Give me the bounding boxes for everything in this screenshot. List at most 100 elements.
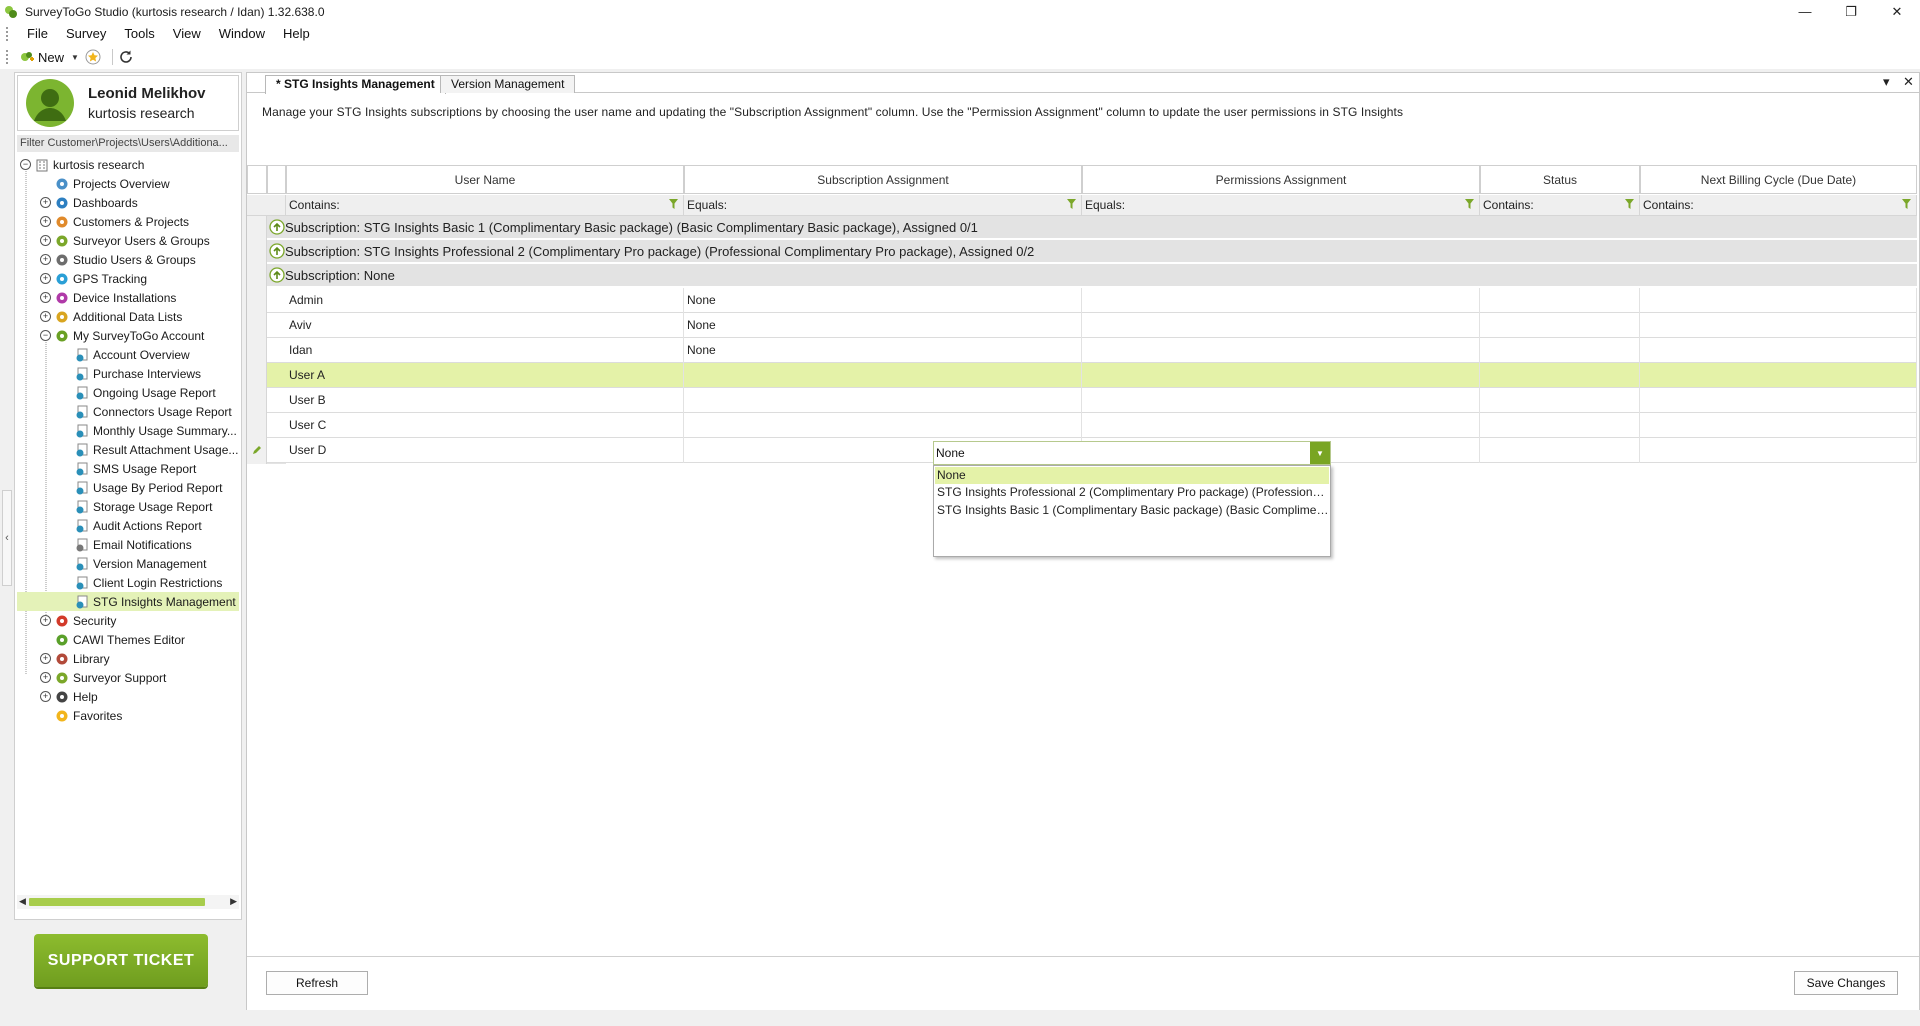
col-header-next-billing[interactable]: Next Billing Cycle (Due Date) — [1640, 165, 1917, 194]
tree-root[interactable]: − kurtosis research — [17, 155, 239, 174]
tree-item-surveyor-users-groups[interactable]: + Surveyor Users & Groups — [17, 231, 239, 250]
tree-horizontal-scrollbar[interactable]: ◀ ▶ — [17, 895, 239, 909]
cell-subscription[interactable] — [684, 413, 1082, 438]
expand-icon[interactable]: + — [40, 653, 51, 664]
close-window-button[interactable]: ✕ — [1874, 0, 1920, 23]
cell-user-name[interactable]: Admin — [286, 288, 684, 313]
expand-icon[interactable]: + — [40, 292, 51, 303]
filter-permissions[interactable]: Equals: — [1082, 195, 1480, 216]
filter-user-name[interactable]: Contains: — [286, 195, 684, 216]
cell-status[interactable] — [1480, 288, 1640, 313]
filter-funnel-icon[interactable] — [669, 199, 678, 209]
cell-permissions[interactable] — [1082, 413, 1480, 438]
support-ticket-button[interactable]: SUPPORT TICKET — [34, 934, 208, 987]
minimize-button[interactable]: — — [1782, 0, 1828, 23]
cell-user-name[interactable]: Idan — [286, 338, 684, 363]
favorite-star-icon[interactable] — [85, 49, 101, 65]
tree-item-audit-actions-report[interactable]: Audit Actions Report — [17, 516, 239, 535]
scroll-left-icon[interactable]: ◀ — [19, 896, 26, 907]
collapse-group-icon[interactable] — [269, 243, 285, 259]
col-header-user-name[interactable]: User Name — [286, 165, 684, 194]
tree-item-customers-projects[interactable]: + Customers & Projects — [17, 212, 239, 231]
tree-item-ongoing-usage-report[interactable]: Ongoing Usage Report — [17, 383, 239, 402]
expand-icon[interactable]: + — [40, 197, 51, 208]
tree-item-stg-insights-management[interactable]: STG Insights Management — [17, 592, 239, 611]
tree-item-my-surveytogo-account[interactable]: − My SurveyToGo Account — [17, 326, 239, 345]
cell-permissions[interactable] — [1082, 338, 1480, 363]
filter-funnel-icon[interactable] — [1067, 199, 1076, 209]
tree-item-account-overview[interactable]: Account Overview — [17, 345, 239, 364]
refresh-icon[interactable] — [118, 49, 134, 65]
cell-next-billing[interactable] — [1640, 313, 1917, 338]
panel-collapse-handle[interactable]: ‹ — [2, 490, 12, 586]
collapse-icon[interactable]: − — [40, 330, 51, 341]
tree-item-dashboards[interactable]: + Dashboards — [17, 193, 239, 212]
tree-item-version-management[interactable]: Version Management — [17, 554, 239, 573]
expand-icon[interactable]: + — [40, 235, 51, 246]
tree-item-favorites[interactable]: Favorites — [17, 706, 239, 725]
scroll-right-icon[interactable]: ▶ — [230, 896, 237, 907]
tree-item-library[interactable]: + Library — [17, 649, 239, 668]
collapse-group-icon[interactable] — [269, 267, 285, 283]
menu-survey[interactable]: Survey — [57, 23, 115, 45]
collapse-group-icon[interactable] — [269, 219, 285, 235]
tree-item-security[interactable]: + Security — [17, 611, 239, 630]
cell-permissions[interactable] — [1082, 288, 1480, 313]
tab-version-management[interactable]: Version Management — [440, 75, 576, 93]
expand-icon[interactable]: + — [40, 254, 51, 265]
tree-item-client-login-restrictions[interactable]: Client Login Restrictions — [17, 573, 239, 592]
combo-dropdown-button[interactable]: ▼ — [1310, 442, 1330, 464]
tree-item-result-attachment-usage[interactable]: Result Attachment Usage... — [17, 440, 239, 459]
tree-item-usage-by-period-report[interactable]: Usage By Period Report — [17, 478, 239, 497]
col-header-subscription[interactable]: Subscription Assignment — [684, 165, 1082, 194]
group-row-professional[interactable]: Subscription: STG Insights Professional … — [267, 240, 1917, 263]
tree-item-purchase-interviews[interactable]: Purchase Interviews — [17, 364, 239, 383]
cell-status[interactable] — [1480, 413, 1640, 438]
tree-item-surveyor-support[interactable]: + Surveyor Support — [17, 668, 239, 687]
expand-icon[interactable]: + — [40, 216, 51, 227]
cell-subscription[interactable]: None — [684, 313, 1082, 338]
expand-icon[interactable]: + — [40, 615, 51, 626]
cell-subscription[interactable] — [684, 388, 1082, 413]
collapse-icon[interactable]: − — [20, 159, 31, 170]
filter-funnel-icon[interactable] — [1625, 199, 1634, 209]
new-button[interactable]: New — [16, 46, 67, 68]
cell-next-billing[interactable] — [1640, 413, 1917, 438]
expand-icon[interactable]: + — [40, 273, 51, 284]
group-row-basic[interactable]: Subscription: STG Insights Basic 1 (Comp… — [267, 216, 1917, 239]
menu-file[interactable]: File — [18, 23, 57, 45]
save-changes-button[interactable]: Save Changes — [1794, 971, 1898, 995]
tree-item-help[interactable]: + Help — [17, 687, 239, 706]
tree-item-additional-data-lists[interactable]: + Additional Data Lists — [17, 307, 239, 326]
tree-item-email-notifications[interactable]: Email Notifications — [17, 535, 239, 554]
col-header-permissions[interactable]: Permissions Assignment — [1082, 165, 1480, 194]
table-row[interactable]: Idan None — [267, 338, 1917, 363]
tree-filter-path[interactable]: Filter Customer\Projects\Users\Additiona… — [17, 135, 239, 152]
filter-status[interactable]: Contains: — [1480, 195, 1640, 216]
cell-status[interactable] — [1480, 438, 1640, 463]
cell-user-name[interactable]: User A — [286, 363, 684, 388]
subscription-combo[interactable]: None ▼ — [933, 441, 1331, 465]
cell-status[interactable] — [1480, 338, 1640, 363]
cell-subscription[interactable] — [684, 363, 1082, 388]
tree-item-studio-users-groups[interactable]: + Studio Users & Groups — [17, 250, 239, 269]
cell-user-name[interactable]: Aviv — [286, 313, 684, 338]
maximize-button[interactable]: ❐ — [1828, 0, 1874, 23]
menu-window[interactable]: Window — [210, 23, 274, 45]
scroll-thumb[interactable] — [29, 898, 205, 906]
cell-next-billing[interactable] — [1640, 288, 1917, 313]
cell-permissions[interactable] — [1082, 363, 1480, 388]
expand-icon[interactable]: + — [40, 672, 51, 683]
tree-item-device-installations[interactable]: + Device Installations — [17, 288, 239, 307]
tree-item-projects-overview[interactable]: Projects Overview — [17, 174, 239, 193]
cell-status[interactable] — [1480, 363, 1640, 388]
subscription-dropdown-list[interactable]: None STG Insights Professional 2 (Compli… — [933, 465, 1331, 557]
cell-subscription[interactable]: None — [684, 338, 1082, 363]
dropdown-option-basic[interactable]: STG Insights Basic 1 (Complimentary Basi… — [935, 502, 1329, 519]
table-row[interactable]: User C — [267, 413, 1917, 438]
cell-next-billing[interactable] — [1640, 388, 1917, 413]
menu-tools[interactable]: Tools — [115, 23, 163, 45]
tab-stg-insights-management[interactable]: * STG Insights Management — [265, 75, 446, 94]
cell-user-name[interactable]: User D — [286, 438, 684, 463]
tree-item-sms-usage-report[interactable]: SMS Usage Report — [17, 459, 239, 478]
